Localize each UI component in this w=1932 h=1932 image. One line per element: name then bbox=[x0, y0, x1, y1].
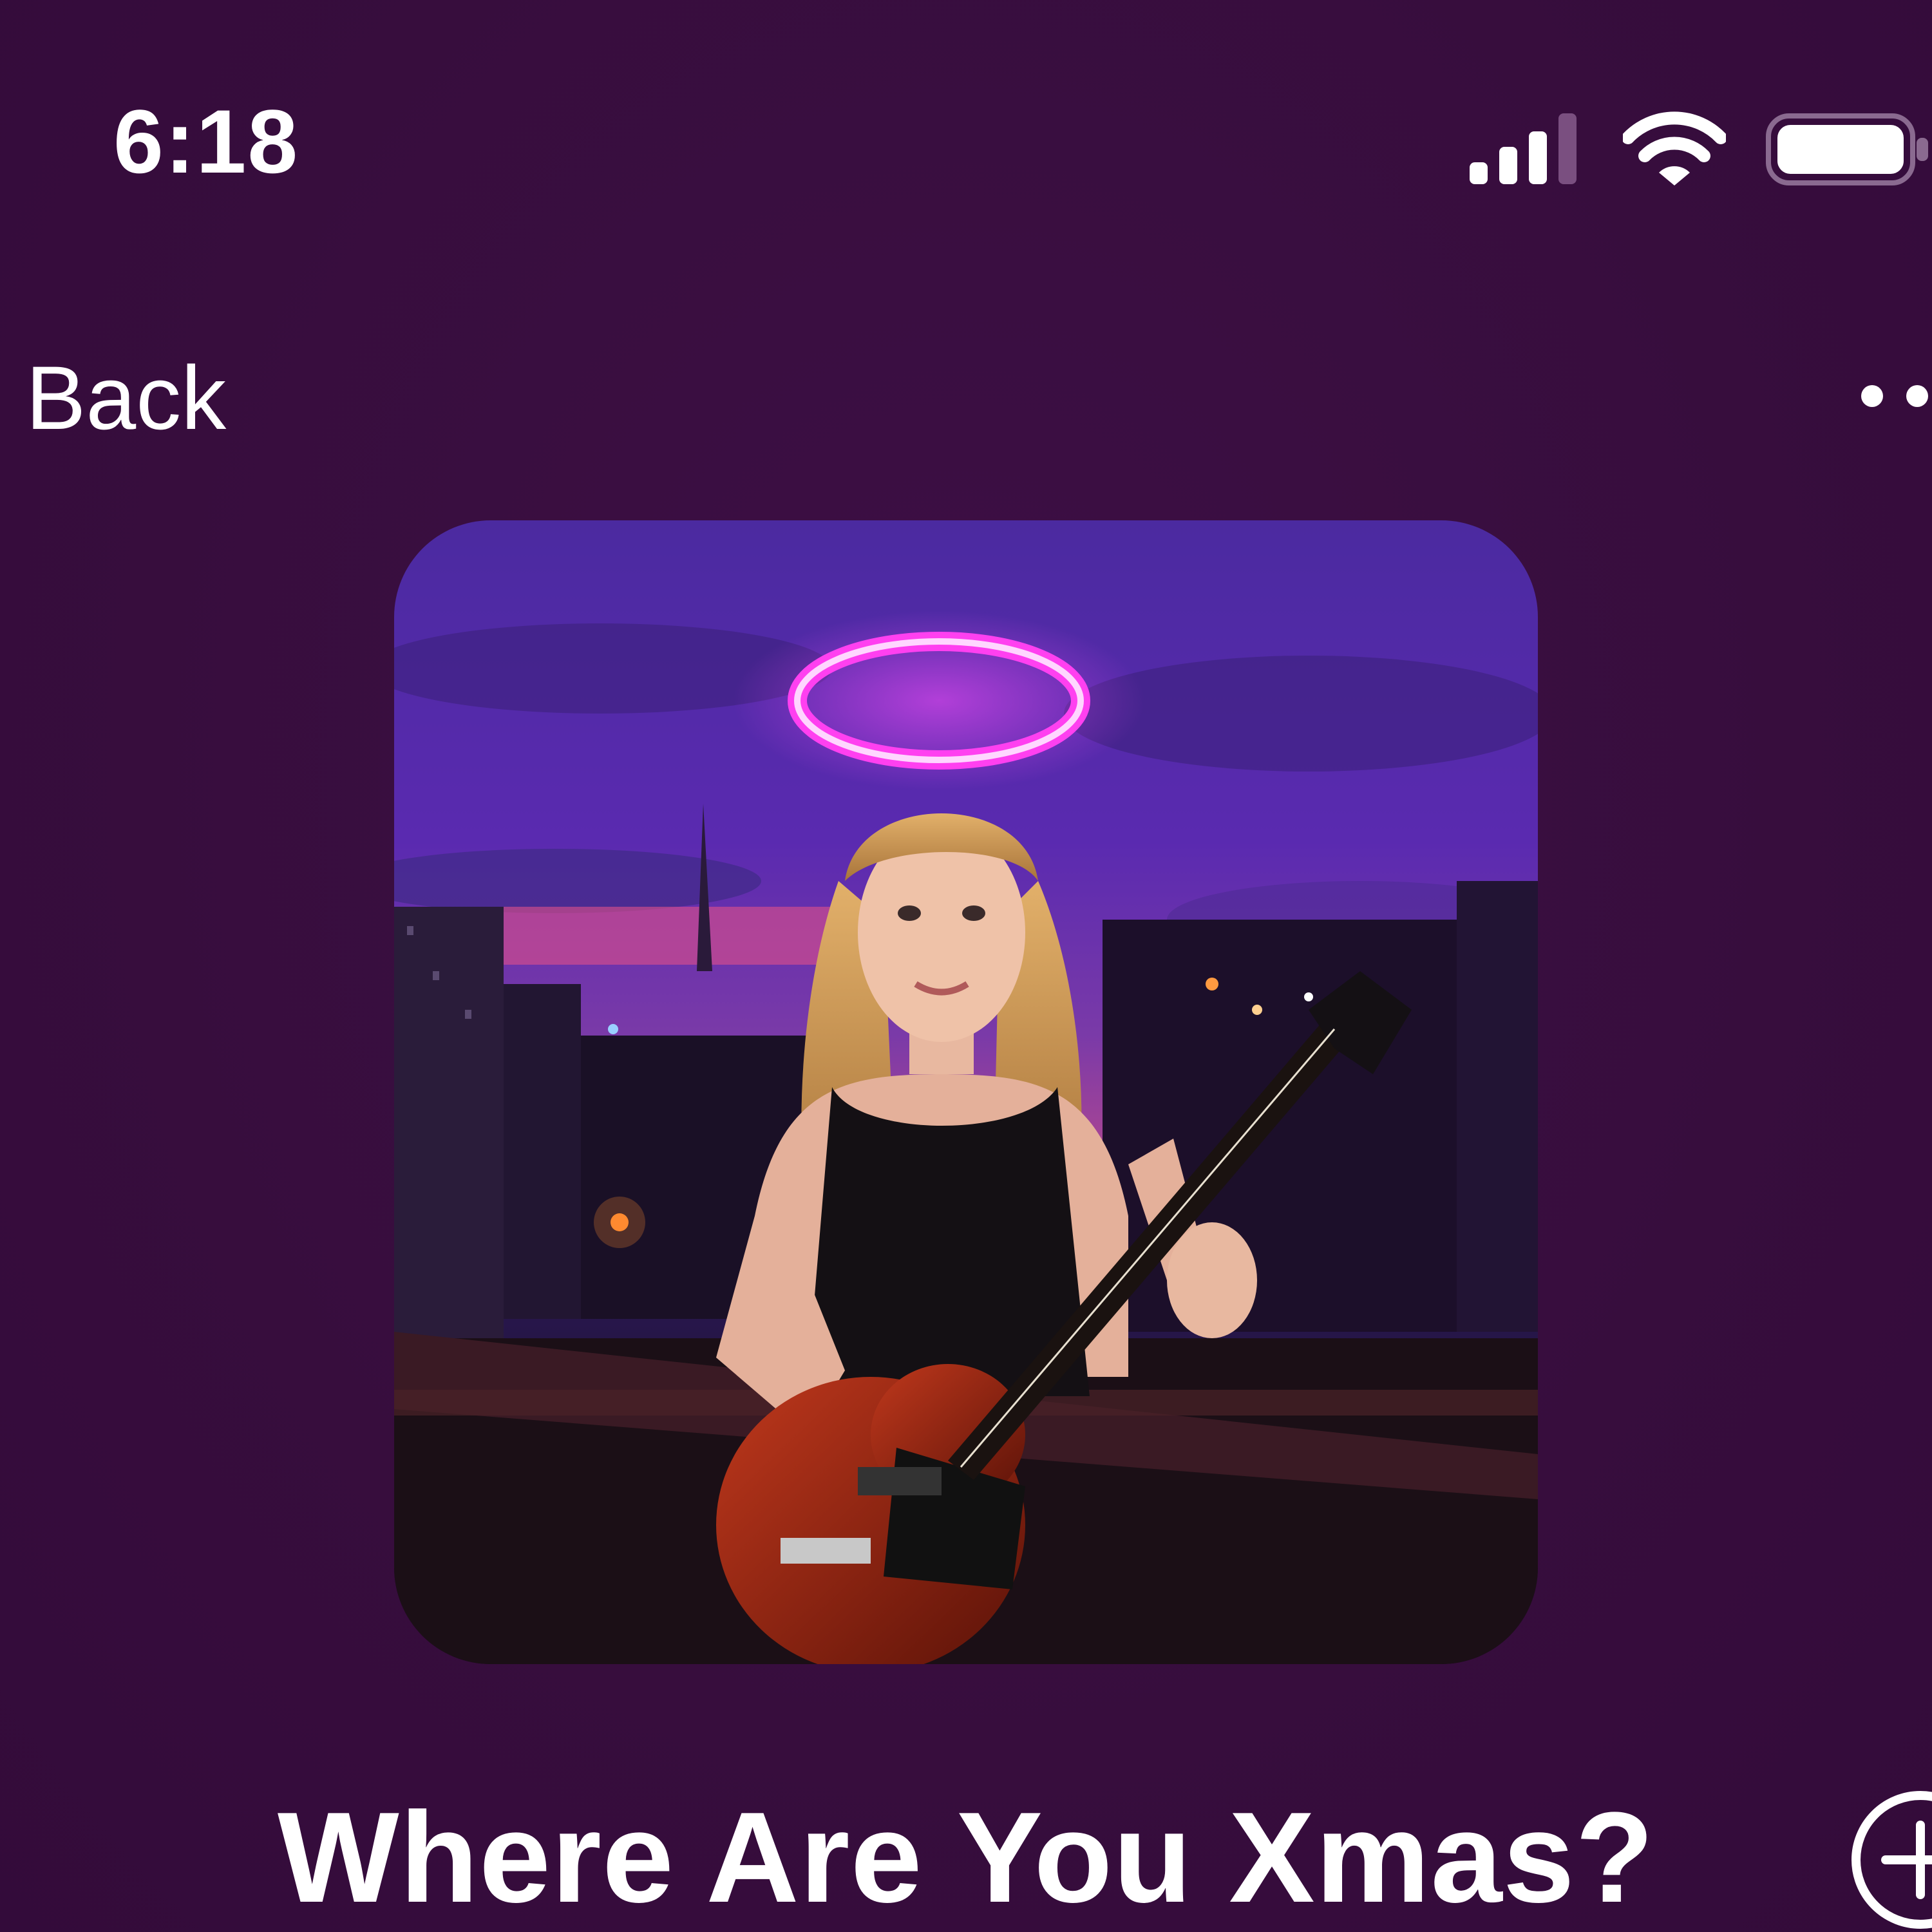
now-playing-screen: 6:18 Back Where Are You Xmas? bbox=[0, 0, 1932, 1932]
status-time: 6:18 bbox=[113, 91, 299, 192]
add-circle-icon[interactable] bbox=[1843, 1783, 1932, 1932]
album-artwork bbox=[394, 520, 1538, 1664]
back-button[interactable]: Back bbox=[26, 353, 226, 443]
wifi-icon bbox=[1623, 111, 1726, 185]
battery-icon bbox=[1766, 113, 1928, 185]
more-icon[interactable] bbox=[1861, 380, 1932, 412]
song-title: Where Are You Xmas? bbox=[277, 1786, 1655, 1929]
status-icons bbox=[1468, 109, 1932, 187]
cellular-signal-icon bbox=[1470, 113, 1577, 184]
